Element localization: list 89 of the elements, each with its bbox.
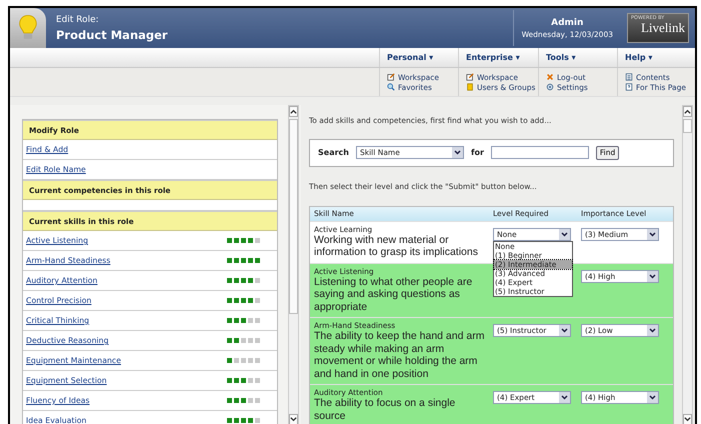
level-square [234,278,239,283]
level-square [234,378,239,383]
caret-icon [559,325,570,336]
level-square [227,418,232,423]
level-square [248,378,253,383]
settings-icon [546,83,554,91]
skill-description: Listening to what other people are saying and asking questions as appropriate [314,276,474,313]
page-subtitle: Edit Role: [56,14,100,24]
level-square [234,258,239,263]
level-square [248,278,253,283]
contents-icon [625,73,633,81]
level-square [241,338,246,343]
scroll-down-button[interactable] [289,414,298,424]
scrollbar[interactable] [682,105,693,424]
level-square [241,418,246,423]
level-square [227,358,232,363]
level-square [227,278,232,283]
level-square [248,298,253,303]
edit-icon [466,73,474,81]
level-square [255,418,260,423]
menu-button[interactable]: Tools ▾ [546,53,576,62]
level-square [241,238,246,243]
level-square [255,298,260,303]
search-field[interactable] [490,146,589,160]
level-square [255,238,260,243]
level-square [241,258,246,263]
level-square [248,418,253,423]
level-square [227,318,232,323]
level-square [248,238,253,243]
caret-icon [559,228,570,240]
skill-description: The ability to focus on a single source [314,397,456,422]
level-square [241,358,246,363]
scroll-down-button[interactable] [683,414,692,424]
level-square [248,258,253,263]
document-icon [466,83,474,91]
caret-icon [559,392,570,403]
level-square [241,298,246,303]
level-square [241,278,246,283]
search-label: Search [318,148,349,158]
level-square [227,398,232,403]
menu-button[interactable]: Personal ▾ [387,53,434,62]
level-square [255,338,260,343]
level-square [255,398,260,403]
edit-icon [387,73,395,81]
level-square [248,358,253,363]
for-label: for [470,148,484,158]
level-square [234,338,239,343]
user-name: Admin [551,18,584,28]
level-square [227,238,232,243]
level-square [241,318,246,323]
scroll-thumb[interactable] [289,119,298,314]
level-square [227,298,232,303]
level-square [227,338,232,343]
level-square [255,258,260,263]
level-square [241,378,246,383]
level-square [255,278,260,283]
level-square [248,338,253,343]
search-icon [387,83,395,91]
menu-button[interactable]: Enterprise ▾ [466,53,520,62]
level-square [234,418,239,423]
level-square [255,358,260,363]
level-square [227,258,232,263]
scroll-thumb[interactable] [683,119,692,133]
skill-description: The ability to keep the hand and arm steady while making an arm movement or while holding the arm and hand in one position [314,330,486,380]
level-square [248,318,253,323]
scroll-up-button[interactable] [289,106,298,117]
level-square [234,358,239,363]
level-square [255,378,260,383]
caret-icon [647,228,658,240]
level-square [234,238,239,243]
skill-description: Working with new material or information to grasp its implications [314,234,479,258]
scroll-up-button[interactable] [683,106,692,117]
level-square [248,398,253,403]
caret-icon [647,325,658,336]
caret-icon [647,270,658,282]
caret-icon [452,147,463,158]
level-square [234,298,239,303]
level-square [241,398,246,403]
level-square [234,318,239,323]
page-title: Product Manager [56,28,169,42]
lightbulb-icon [18,14,38,42]
cross-icon [546,73,554,81]
menu-button[interactable]: Help ▾ [625,53,652,62]
level-square [255,318,260,323]
scrollbar[interactable] [288,105,299,424]
level-square [234,398,239,403]
caret-icon [647,392,658,403]
level-square [227,378,232,383]
help-icon [625,83,633,91]
